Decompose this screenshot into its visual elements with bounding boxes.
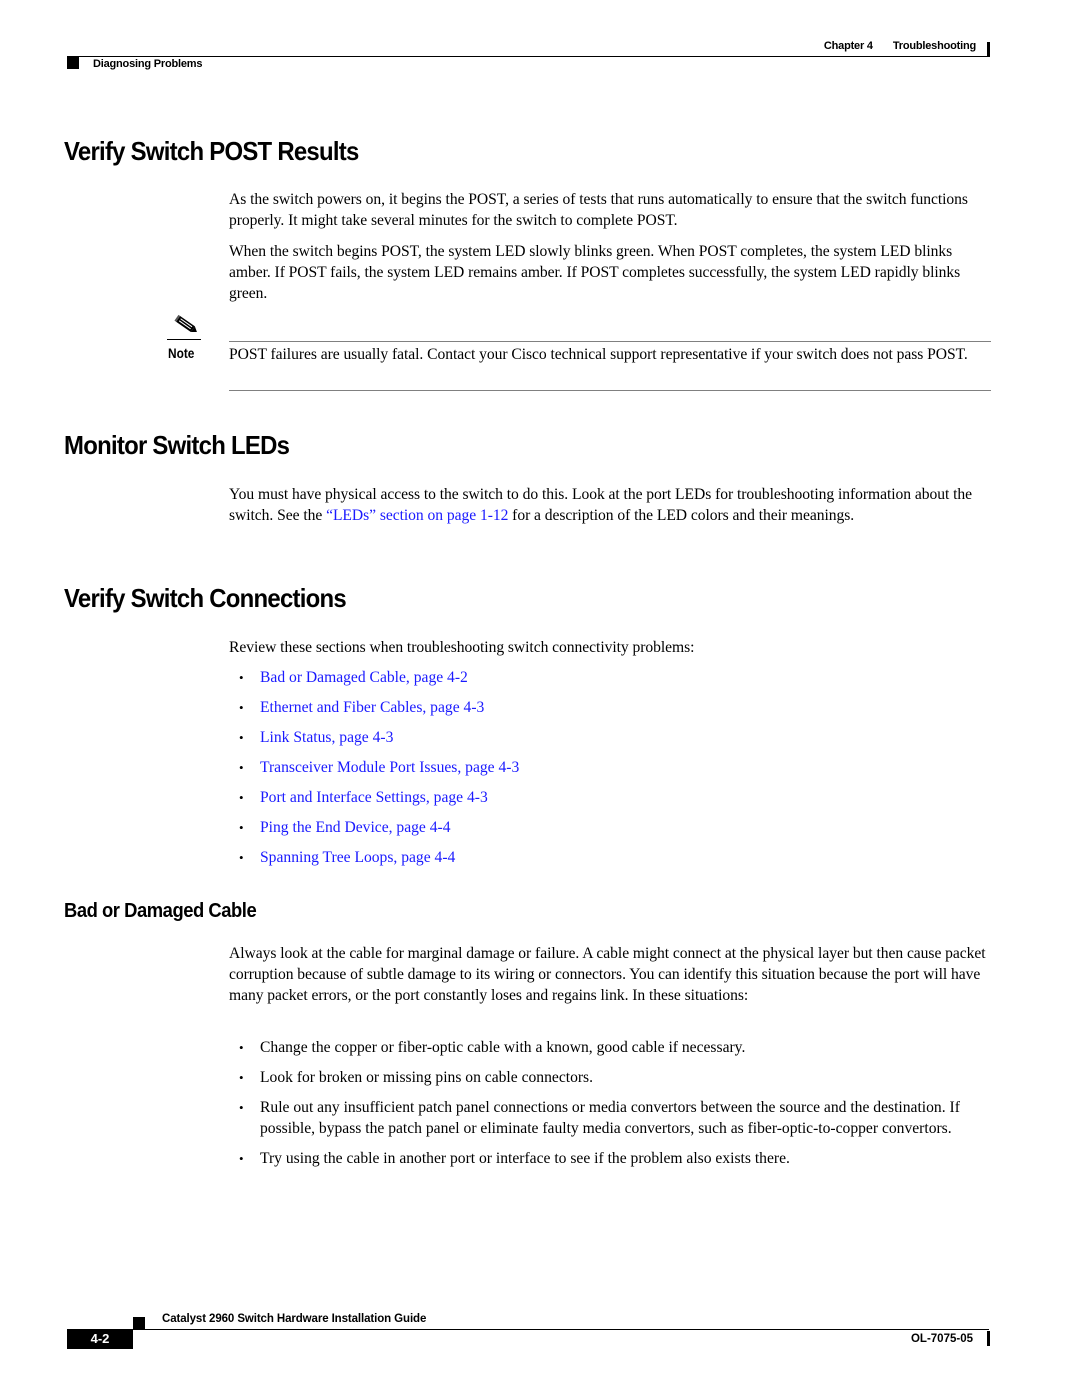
bullet-icon: •	[239, 1070, 244, 1085]
leds-text-after: for a description of the LED colors and …	[508, 507, 855, 524]
footer-square-marker	[133, 1317, 145, 1329]
list-item: • Try using the cable in another port or …	[229, 1148, 994, 1169]
footer-rule	[133, 1329, 989, 1330]
bad-cable-bullet-list: • Change the copper or fiber-optic cable …	[229, 1037, 994, 1178]
list-item-text: Change the copper or fiber-optic cable w…	[260, 1039, 746, 1056]
header-chapter-title: Troubleshooting	[892, 40, 976, 52]
list-item: • Look for broken or missing pins on cabl…	[229, 1067, 994, 1088]
link-bad-damaged-cable[interactable]: Bad or Damaged Cable, page 4-2	[260, 669, 468, 686]
link-ping-end-device[interactable]: Ping the End Device, page 4-4	[260, 819, 451, 836]
note-label: Note	[168, 346, 195, 361]
bullet-icon: •	[239, 790, 244, 805]
heading-monitor-leds: Monitor Switch LEDs	[64, 430, 290, 460]
list-item: • Spanning Tree Loops, page 4-4	[229, 847, 994, 868]
leds-paragraph: You must have physical access to the swi…	[229, 484, 994, 526]
list-item: • Bad or Damaged Cable, page 4-2	[229, 667, 994, 688]
heading-verify-post: Verify Switch POST Results	[64, 136, 359, 166]
header-rule	[67, 56, 989, 57]
note-text: POST failures are usually fatal. Contact…	[229, 346, 968, 363]
bullet-icon: •	[239, 820, 244, 835]
list-item: • Link Status, page 4-3	[229, 727, 994, 748]
list-item: • Transceiver Module Port Issues, page 4-…	[229, 757, 994, 778]
footer-bar-marker	[987, 1331, 990, 1346]
pencil-note-icon	[174, 314, 197, 333]
post-paragraph-2: When the switch begins POST, the system …	[229, 243, 961, 302]
list-item: • Port and Interface Settings, page 4-3	[229, 787, 994, 808]
post-paragraph-1: As the switch powers on, it begins the P…	[229, 191, 968, 229]
bullet-icon: •	[239, 730, 244, 745]
header-square-marker	[67, 57, 79, 69]
header-bar-marker	[987, 42, 990, 57]
list-item: • Change the copper or fiber-optic cable …	[229, 1037, 994, 1058]
leds-section-link[interactable]: “LEDs” section on page 1-12	[326, 507, 508, 524]
bullet-icon: •	[239, 700, 244, 715]
link-transceiver-module-port-issues[interactable]: Transceiver Module Port Issues, page 4-3	[260, 759, 519, 776]
link-link-status[interactable]: Link Status, page 4-3	[260, 729, 393, 746]
note-top-rule	[229, 341, 991, 342]
footer-guide-title: Catalyst 2960 Switch Hardware Installati…	[162, 1313, 427, 1325]
bullet-icon: •	[239, 1151, 244, 1166]
header-section-title: Diagnosing Problems	[93, 58, 203, 70]
bullet-icon: •	[239, 760, 244, 775]
heading-verify-connections: Verify Switch Connections	[64, 583, 347, 613]
bullet-icon: •	[239, 850, 244, 865]
list-item-text: Try using the cable in another port or i…	[260, 1150, 790, 1167]
header-chapter-label: Chapter 4	[823, 40, 873, 52]
note-bottom-rule	[229, 390, 991, 391]
bullet-icon: •	[239, 1040, 244, 1055]
list-item: • Rule out any insufficient patch panel c…	[229, 1097, 994, 1139]
list-item: • Ethernet and Fiber Cables, page 4-3	[229, 697, 994, 718]
bad-cable-paragraph: Always look at the cable for marginal da…	[229, 945, 986, 1004]
footer-doc-number: OL-7075-05	[910, 1333, 973, 1345]
bullet-icon: •	[239, 1100, 244, 1115]
link-ethernet-fiber-cables[interactable]: Ethernet and Fiber Cables, page 4-3	[260, 699, 484, 716]
connections-link-list: • Bad or Damaged Cable, page 4-2 • Etherne…	[229, 667, 994, 877]
heading-bad-damaged-cable: Bad or Damaged Cable	[64, 900, 257, 922]
footer-page-number: 4-2	[67, 1329, 133, 1349]
note-icon-rule	[167, 339, 201, 340]
link-port-interface-settings[interactable]: Port and Interface Settings, page 4-3	[260, 789, 488, 806]
list-item-text: Look for broken or missing pins on cable…	[260, 1069, 594, 1086]
connections-intro: Review these sections when troubleshooti…	[229, 639, 695, 656]
link-spanning-tree-loops[interactable]: Spanning Tree Loops, page 4-4	[260, 849, 455, 866]
bullet-icon: •	[239, 670, 244, 685]
list-item: • Ping the End Device, page 4-4	[229, 817, 994, 838]
list-item-text: Rule out any insufficient patch panel co…	[260, 1099, 960, 1137]
header-chapter: Chapter 4 Troubleshooting	[824, 40, 976, 52]
